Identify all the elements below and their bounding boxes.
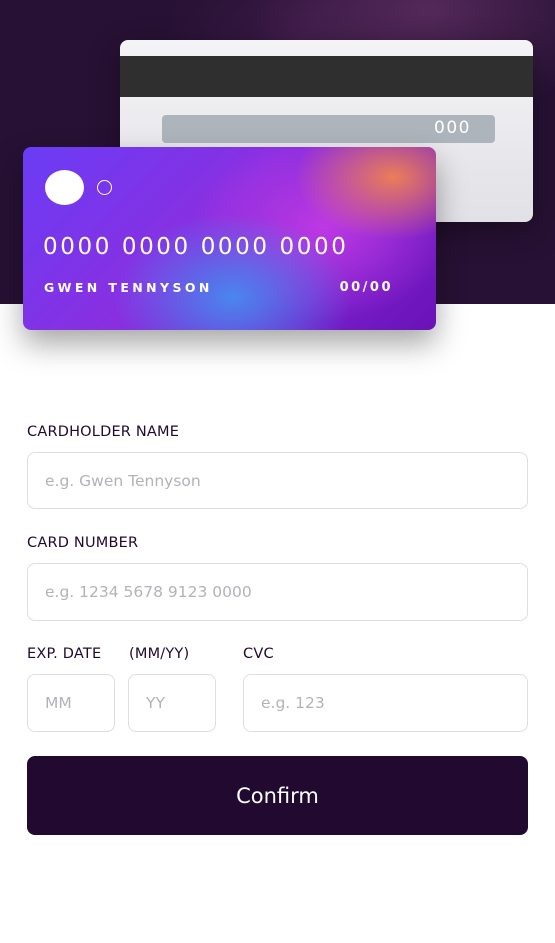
exp-month-input[interactable] <box>27 674 115 732</box>
exp-year-input[interactable] <box>128 674 216 732</box>
exp-date-format-label: (MM/YY) <box>129 646 190 662</box>
confirm-button[interactable]: Confirm <box>27 756 528 835</box>
cvc-input[interactable] <box>243 674 528 732</box>
exp-date-label: EXP. DATE <box>27 646 102 662</box>
cardholder-name-input[interactable] <box>27 452 528 509</box>
card-front-expiry: 00/00 <box>339 280 393 295</box>
card-front-number: 0000 0000 0000 0000 <box>43 234 349 260</box>
card-number-label: CARD NUMBER <box>27 535 139 551</box>
signature-strip: 000 <box>162 115 495 143</box>
magnetic-stripe <box>120 56 533 97</box>
card-back-cvc: 000 <box>434 118 471 138</box>
card-logo-circle-outline-icon <box>97 180 112 195</box>
card-logo-circle-filled-icon <box>45 170 84 205</box>
cardholder-name-label: CARDHOLDER NAME <box>27 424 180 440</box>
cvc-label: CVC <box>243 646 274 662</box>
card-number-input[interactable] <box>27 563 528 621</box>
card-front: 0000 0000 0000 0000 GWEN TENNYSON 00/00 <box>23 147 436 330</box>
card-front-holder-name: GWEN TENNYSON <box>44 280 213 295</box>
